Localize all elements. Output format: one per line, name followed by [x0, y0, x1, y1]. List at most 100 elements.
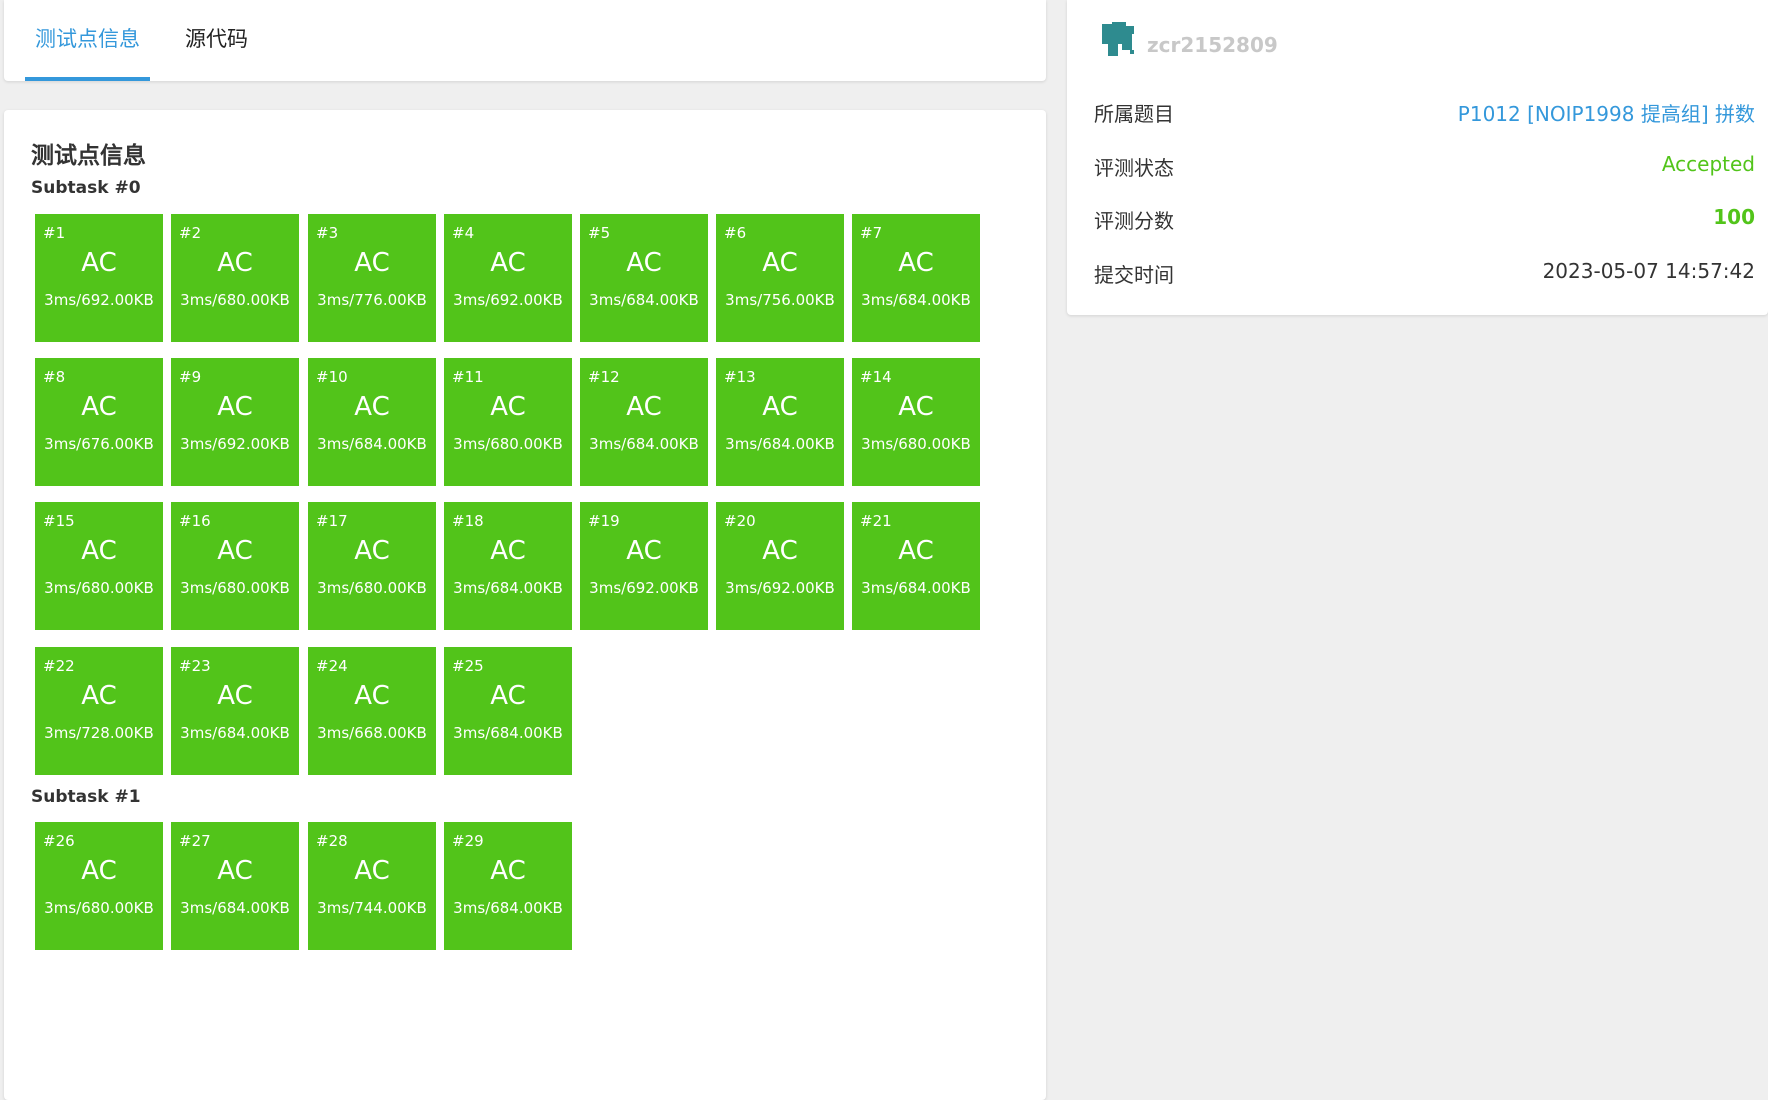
testcase-tile[interactable]: #16 AC 3ms/680.00KB	[171, 502, 299, 630]
testcase-status: AC	[490, 681, 526, 711]
testcase-tile[interactable]: #28 AC 3ms/744.00KB	[308, 822, 436, 950]
testcase-panel: 测试点信息 Subtask #0 #1 AC 3ms/692.00KB #2 AC 3m…	[4, 110, 1046, 1100]
testcase-tile[interactable]: #1 AC 3ms/692.00KB	[35, 214, 163, 342]
testcase-tile[interactable]: #19 AC 3ms/692.00KB	[580, 502, 708, 630]
testcase-tile[interactable]: #6 AC 3ms/756.00KB	[716, 214, 844, 342]
testcase-number: #25	[452, 657, 484, 675]
testcase-tile[interactable]: #13 AC 3ms/684.00KB	[716, 358, 844, 486]
status-label: 评测状态	[1094, 156, 1174, 180]
testcase-time-memory: 3ms/684.00KB	[180, 724, 290, 742]
testcase-status: AC	[626, 392, 662, 422]
status-row: 评测状态 Accepted	[1094, 152, 1755, 186]
testcase-tile[interactable]: #29 AC 3ms/684.00KB	[444, 822, 572, 950]
testcase-tile[interactable]: #23 AC 3ms/684.00KB	[171, 647, 299, 775]
testcase-number: #8	[43, 368, 66, 386]
testcase-status: AC	[490, 856, 526, 886]
testcase-status: AC	[490, 536, 526, 566]
testcase-number: #18	[452, 512, 484, 530]
testcase-number: #22	[43, 657, 75, 675]
score-label: 评测分数	[1094, 209, 1174, 233]
submission-info-card: zcr2152809 所属题目 P1012 [NOIP1998 提高组] 拼数 …	[1067, 0, 1768, 315]
testcase-status: AC	[490, 248, 526, 278]
status-value: Accepted	[1661, 152, 1755, 176]
testcase-tile[interactable]: #21 AC 3ms/684.00KB	[852, 502, 980, 630]
testcase-time-memory: 3ms/684.00KB	[589, 435, 699, 453]
testcase-time-memory: 3ms/692.00KB	[180, 435, 290, 453]
testcase-number: #9	[179, 368, 202, 386]
testcase-tile[interactable]: #18 AC 3ms/684.00KB	[444, 502, 572, 630]
problem-label: 所属题目	[1094, 102, 1174, 126]
testcase-time-memory: 3ms/676.00KB	[44, 435, 154, 453]
testcase-tile[interactable]: #27 AC 3ms/684.00KB	[171, 822, 299, 950]
submit-time-row: 提交时间 2023-05-07 14:57:42	[1094, 259, 1755, 293]
testcase-number: #20	[724, 512, 756, 530]
testcase-number: #17	[316, 512, 348, 530]
testcase-status: AC	[217, 536, 253, 566]
testcase-tile[interactable]: #14 AC 3ms/680.00KB	[852, 358, 980, 486]
testcase-tile[interactable]: #10 AC 3ms/684.00KB	[308, 358, 436, 486]
testcase-number: #23	[179, 657, 211, 675]
tab-source-code[interactable]: 源代码	[185, 0, 248, 81]
testcase-time-memory: 3ms/684.00KB	[861, 291, 971, 309]
testcase-number: #24	[316, 657, 348, 675]
testcase-time-memory: 3ms/680.00KB	[317, 579, 427, 597]
section-title: 测试点信息	[31, 143, 146, 169]
testcase-time-memory: 3ms/680.00KB	[180, 291, 290, 309]
testcase-number: #7	[860, 224, 883, 242]
testcase-number: #1	[43, 224, 66, 242]
testcase-time-memory: 3ms/776.00KB	[317, 291, 427, 309]
testcase-status: AC	[217, 856, 253, 886]
testcase-number: #16	[179, 512, 211, 530]
score-row: 评测分数 100	[1094, 205, 1755, 239]
testcase-status: AC	[81, 856, 117, 886]
tab-testcase-info[interactable]: 测试点信息	[25, 0, 150, 81]
testcase-number: #4	[452, 224, 475, 242]
testcase-status: AC	[217, 392, 253, 422]
testcase-tile[interactable]: #15 AC 3ms/680.00KB	[35, 502, 163, 630]
testcase-number: #12	[588, 368, 620, 386]
testcase-status: AC	[354, 248, 390, 278]
testcase-tile[interactable]: #4 AC 3ms/692.00KB	[444, 214, 572, 342]
testcase-status: AC	[762, 248, 798, 278]
avatar-identicon-icon	[1102, 22, 1134, 56]
testcase-status: AC	[354, 536, 390, 566]
testcase-time-memory: 3ms/684.00KB	[453, 899, 563, 917]
testcase-tile[interactable]: #22 AC 3ms/728.00KB	[35, 647, 163, 775]
testcase-number: #15	[43, 512, 75, 530]
testcase-tile[interactable]: #5 AC 3ms/684.00KB	[580, 214, 708, 342]
testcase-tile[interactable]: #17 AC 3ms/680.00KB	[308, 502, 436, 630]
testcase-status: AC	[81, 681, 117, 711]
testcase-status: AC	[898, 248, 934, 278]
testcase-tile[interactable]: #25 AC 3ms/684.00KB	[444, 647, 572, 775]
testcase-time-memory: 3ms/680.00KB	[44, 899, 154, 917]
testcase-time-memory: 3ms/684.00KB	[589, 291, 699, 309]
testcase-status: AC	[626, 536, 662, 566]
testcase-tile[interactable]: #2 AC 3ms/680.00KB	[171, 214, 299, 342]
testcase-number: #2	[179, 224, 202, 242]
problem-link[interactable]: P1012 [NOIP1998 提高组] 拼数	[1458, 98, 1755, 127]
testcase-tile[interactable]: #9 AC 3ms/692.00KB	[171, 358, 299, 486]
testcase-time-memory: 3ms/684.00KB	[180, 899, 290, 917]
testcase-tile[interactable]: #11 AC 3ms/680.00KB	[444, 358, 572, 486]
testcase-tile[interactable]: #26 AC 3ms/680.00KB	[35, 822, 163, 950]
testcase-tile[interactable]: #8 AC 3ms/676.00KB	[35, 358, 163, 486]
testcase-status: AC	[490, 392, 526, 422]
testcase-time-memory: 3ms/680.00KB	[44, 579, 154, 597]
testcase-time-memory: 3ms/668.00KB	[317, 724, 427, 742]
testcase-tile[interactable]: #12 AC 3ms/684.00KB	[580, 358, 708, 486]
testcase-number: #29	[452, 832, 484, 850]
testcase-time-memory: 3ms/684.00KB	[861, 579, 971, 597]
testcase-status: AC	[81, 392, 117, 422]
testcase-tile[interactable]: #7 AC 3ms/684.00KB	[852, 214, 980, 342]
testcase-number: #26	[43, 832, 75, 850]
username[interactable]: zcr2152809	[1147, 33, 1278, 57]
testcase-tile[interactable]: #20 AC 3ms/692.00KB	[716, 502, 844, 630]
tabs-bar: 测试点信息 源代码	[4, 0, 1046, 81]
avatar[interactable]	[1100, 20, 1140, 60]
testcase-status: AC	[762, 536, 798, 566]
testcase-tile[interactable]: #3 AC 3ms/776.00KB	[308, 214, 436, 342]
testcase-time-memory: 3ms/680.00KB	[861, 435, 971, 453]
testcase-number: #6	[724, 224, 747, 242]
testcase-tile[interactable]: #24 AC 3ms/668.00KB	[308, 647, 436, 775]
testcase-status: AC	[762, 392, 798, 422]
